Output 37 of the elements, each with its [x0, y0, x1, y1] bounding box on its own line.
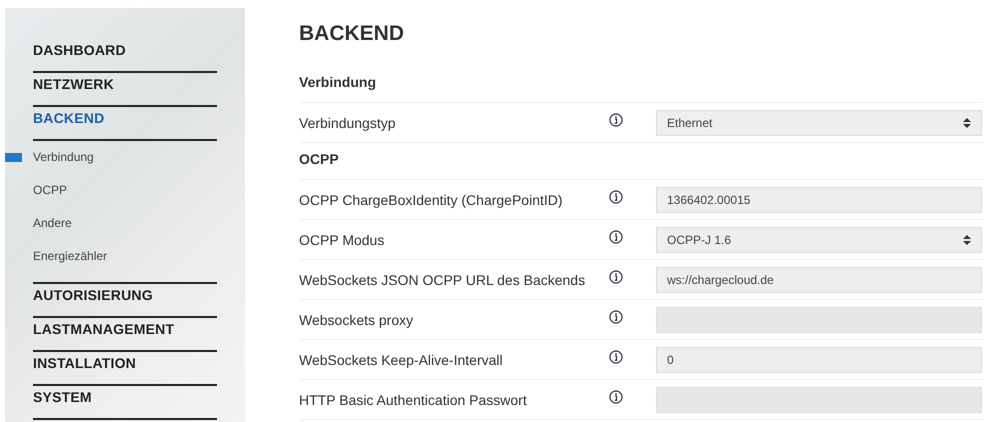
select-field[interactable]: Ethernet	[656, 110, 982, 136]
sort-arrows-icon	[963, 118, 971, 128]
section-heading: OCPP	[299, 143, 983, 180]
sub-nav-item[interactable]: OCPP	[33, 183, 68, 197]
select-field[interactable]: OCPP-J 1.6	[656, 226, 982, 252]
info-icon[interactable]	[609, 230, 623, 244]
sub-nav-item[interactable]: Andere	[33, 216, 72, 230]
info-icon[interactable]	[609, 270, 623, 284]
sub-nav-item[interactable]: Verbindung	[33, 150, 94, 164]
info-icon[interactable]	[609, 190, 623, 204]
field-label: WebSockets Keep-Alive-Intervall	[299, 352, 504, 368]
field-label: Websockets proxy	[299, 312, 414, 328]
info-icon[interactable]	[609, 350, 623, 364]
info-icon[interactable]	[609, 390, 623, 404]
nav-item[interactable]: LASTMANAGEMENT	[33, 319, 217, 352]
nav-item[interactable]: BACKEND	[33, 108, 217, 141]
nav-item[interactable]: INSTALLATION	[33, 353, 217, 386]
info-icon[interactable]	[609, 310, 623, 324]
nav-item[interactable]: NETZWERK	[33, 74, 217, 107]
nav-item[interactable]: DASHBOARD	[33, 40, 217, 73]
page-title: BACKEND	[299, 22, 405, 46]
nav-item[interactable]: AUTORISIERUNG	[33, 285, 217, 318]
field-label: HTTP Basic Authentication Passwort	[299, 392, 528, 408]
field-label: OCPP Modus	[299, 232, 386, 248]
field-label: OCPP ChargeBoxIdentity (ChargePointID)	[299, 192, 564, 208]
input-field[interactable]	[656, 306, 982, 332]
input-field[interactable]	[656, 386, 982, 412]
section-heading: Verbindung	[299, 66, 983, 103]
input-field[interactable]: 0	[656, 346, 982, 372]
nav-item[interactable]: SYSTEM	[33, 387, 217, 420]
input-field[interactable]: 1366402.00015	[656, 186, 982, 212]
sort-arrows-icon	[963, 234, 971, 244]
field-label: WebSockets JSON OCPP URL des Backends	[299, 272, 586, 288]
input-field[interactable]: ws://chargecloud.de	[656, 266, 982, 292]
info-icon[interactable]	[609, 112, 623, 126]
sub-nav-item[interactable]: Energiezähler	[33, 249, 108, 263]
field-label: Verbindungstyp	[299, 114, 397, 130]
